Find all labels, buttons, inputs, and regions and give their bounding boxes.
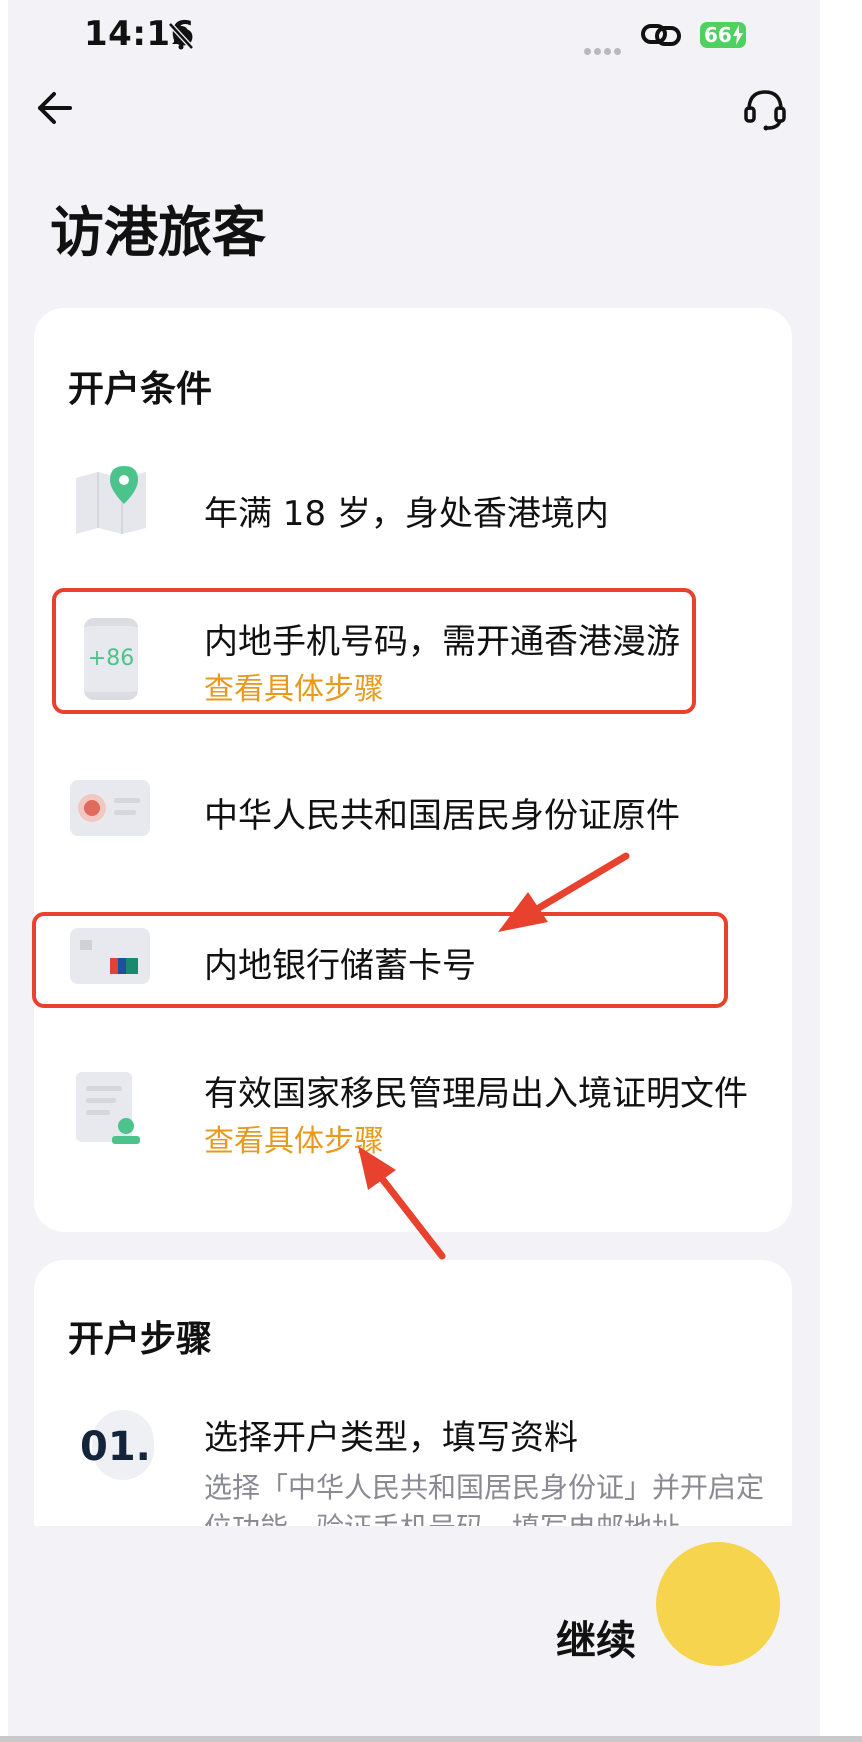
annotation-arrows [358, 852, 630, 1260]
app-screen: 14:16 66 访港旅客 开户条件 年满 18 岁，身处香港境内 +86 内地… [8, 0, 820, 1736]
arrow-to-bank-card [498, 852, 630, 932]
bottom-divider [0, 1736, 862, 1742]
arrow-to-view-steps [358, 1146, 446, 1260]
left-edge [0, 0, 8, 1742]
